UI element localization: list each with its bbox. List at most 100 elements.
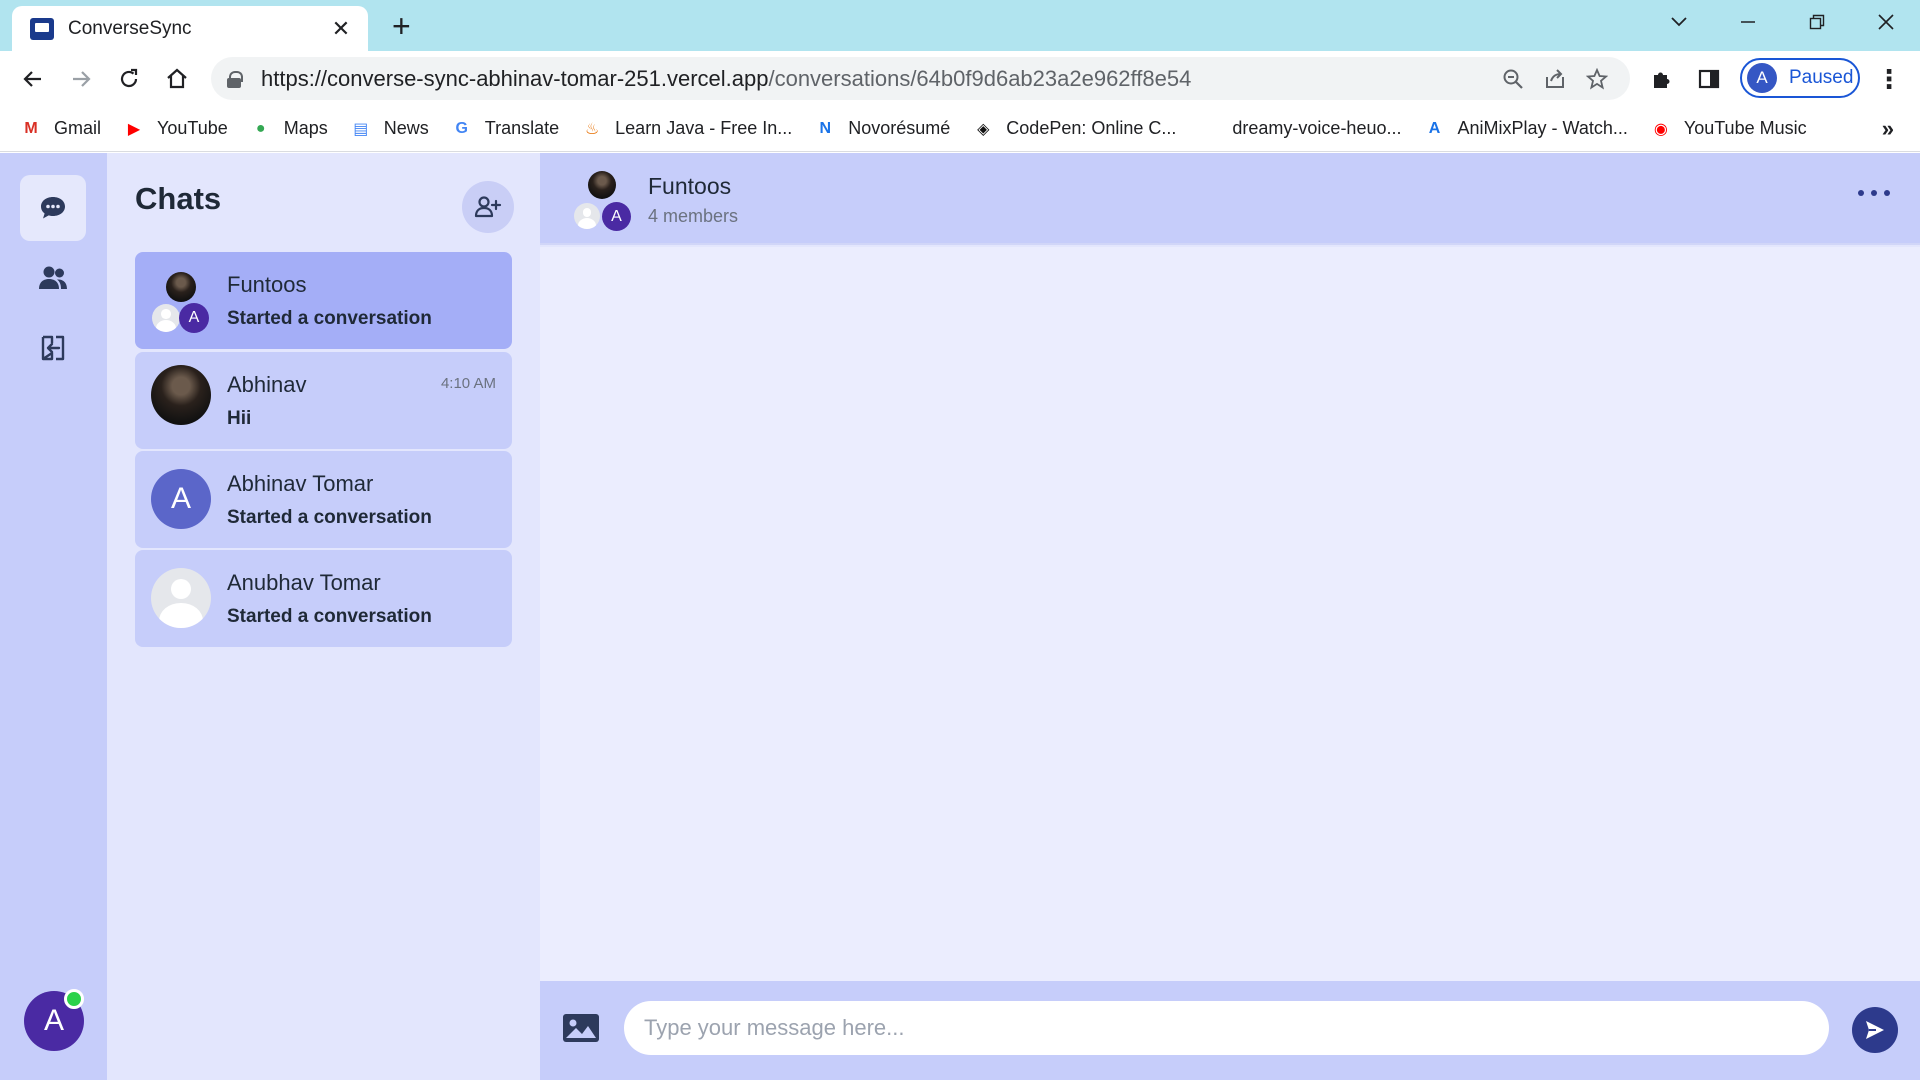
reload-icon[interactable] [114, 64, 144, 94]
users-icon [39, 266, 67, 289]
nav-rail: A [0, 153, 107, 1080]
send-icon [1866, 1021, 1884, 1039]
conversation-title: Funtoos [648, 173, 732, 199]
zoom-icon[interactable] [1492, 63, 1534, 95]
codepen-icon: ◈ [977, 120, 990, 138]
animixplay-icon: A [1428, 119, 1441, 137]
contact-letter-avatar: A [151, 469, 211, 529]
profile-button[interactable]: A Paused [1740, 58, 1860, 98]
minimize-icon[interactable] [1713, 0, 1782, 44]
chat-name: Abhinav [227, 372, 307, 397]
home-icon[interactable] [162, 64, 192, 94]
browser-tabstrip: ConverseSync ✕ + [0, 0, 1920, 51]
bookmark-label: YouTube Music [1683, 118, 1807, 138]
nav-logout-button[interactable] [20, 315, 86, 381]
chat-last-message: Started a conversation [227, 606, 432, 627]
contact-blank-avatar [151, 568, 211, 628]
group-member-blank-avatar [152, 304, 180, 332]
bookmark-label: Maps [283, 118, 328, 138]
youtube-icon: ▶ [127, 120, 141, 138]
bookmark-item[interactable]: ◉ YouTube Music [1650, 118, 1807, 140]
bookmark-label: Novorésumé [848, 118, 951, 138]
chat-bubble-icon [41, 197, 65, 219]
bookmark-item[interactable]: dreamy-voice-heuo... [1198, 118, 1401, 140]
chat-last-message: Hii [227, 408, 252, 429]
group-member-photo-avatar [166, 272, 196, 302]
lock-icon [227, 70, 243, 88]
browser-tab-active[interactable]: ConverseSync ✕ [12, 6, 368, 51]
news-icon: ▤ [353, 120, 369, 138]
novoresume-icon: N [819, 119, 832, 137]
window-controls [1644, 0, 1920, 44]
chat-item-anubhav-tomar[interactable]: Anubhav Tomar Started a conversation [135, 550, 512, 647]
new-tab-button[interactable]: + [392, 10, 411, 42]
close-window-icon[interactable] [1851, 0, 1920, 44]
translate-icon: G [455, 119, 468, 137]
bookmark-item[interactable]: ▤ News [350, 118, 429, 140]
bookmark-label: CodePen: Online C... [1006, 118, 1177, 138]
conversesync-favicon-icon [30, 17, 54, 40]
bookmark-item[interactable]: ♨ Learn Java - Free In... [581, 118, 792, 140]
create-group-button[interactable] [462, 181, 514, 233]
chat-item-abhinav[interactable]: Abhinav 4:10 AM Hii [135, 352, 512, 449]
profile-avatar: A [1747, 63, 1777, 93]
chat-item-funtoos[interactable]: A Funtoos Started a conversation [135, 252, 512, 349]
logout-icon [41, 335, 65, 361]
conversesync-app: A Chats A Funtoos Started a conversation… [0, 153, 1920, 1080]
url-text[interactable]: https://converse-sync-abhinav-tomar-251.… [261, 66, 1492, 92]
extensions-puzzle-icon[interactable] [1640, 63, 1682, 95]
send-button[interactable] [1852, 1007, 1898, 1053]
message-list [540, 247, 1920, 987]
message-input[interactable] [624, 1001, 1829, 1055]
blank-icon [1198, 118, 1220, 140]
chats-title: Chats [135, 181, 222, 216]
chat-last-message: Started a conversation [227, 507, 432, 528]
bookmark-label: Gmail [54, 118, 102, 138]
group-member-letter-avatar: A [179, 303, 209, 333]
bookmarks-more-icon[interactable]: » [1882, 116, 1894, 142]
add-user-icon [474, 196, 502, 218]
share-icon[interactable] [1534, 63, 1576, 95]
bookmark-label: YouTube [157, 118, 228, 138]
chat-name: Funtoos [227, 272, 307, 297]
tab-search-icon[interactable] [1644, 0, 1713, 44]
bookmark-label: AniMixPlay - Watch... [1457, 118, 1628, 138]
conversation-pane: A Funtoos 4 members [540, 153, 1920, 1080]
bookmark-item[interactable]: ◈ CodePen: Online C... [972, 118, 1176, 140]
chat-item-abhinav-tomar[interactable]: A Abhinav Tomar Started a conversation [135, 451, 512, 548]
restore-icon[interactable] [1782, 0, 1851, 44]
profile-status: Paused [1789, 67, 1854, 88]
side-panel-icon[interactable] [1688, 63, 1730, 95]
conversation-options-icon[interactable] [1858, 183, 1890, 203]
bookmark-label: News [383, 118, 429, 138]
bookmark-item[interactable]: G Translate [451, 118, 560, 140]
group-member-letter-avatar: A [602, 202, 631, 231]
address-bar[interactable]: https://converse-sync-abhinav-tomar-251.… [211, 57, 1630, 100]
maps-icon: ● [255, 119, 266, 137]
chat-name: Anubhav Tomar [227, 570, 381, 595]
attach-image-icon[interactable] [562, 1013, 600, 1043]
bookmark-star-icon[interactable] [1576, 63, 1618, 95]
bookmark-item[interactable]: ● Maps [250, 118, 328, 140]
java-icon: ♨ [584, 120, 600, 138]
gmail-icon: M [24, 119, 38, 137]
bookmarks-bar: M Gmail ▶ YouTube ● Maps ▤ News G Translate ♨ Learn… [0, 106, 1920, 152]
bookmark-item[interactable]: A AniMixPlay - Watch... [1423, 118, 1628, 140]
bookmark-item[interactable]: M Gmail [20, 118, 101, 140]
forward-icon[interactable] [66, 64, 96, 94]
tab-close-icon[interactable]: ✕ [328, 16, 354, 42]
youtube-music-icon: ◉ [1653, 120, 1668, 138]
nav-chats-button[interactable] [20, 175, 86, 241]
online-status-badge [64, 989, 84, 1009]
nav-friends-button[interactable] [20, 245, 86, 311]
group-member-blank-avatar [574, 203, 600, 229]
group-member-photo-avatar [588, 171, 616, 199]
extensions-area [1640, 57, 1730, 100]
back-icon[interactable] [18, 64, 48, 94]
bookmark-item[interactable]: ▶ YouTube [123, 118, 228, 140]
conversation-member-count: 4 members [648, 206, 739, 226]
bookmark-label: Learn Java - Free In... [615, 118, 793, 138]
browser-menu-icon[interactable]: ⋮ [1876, 64, 1902, 94]
bookmark-label: Translate [484, 118, 560, 138]
bookmark-item[interactable]: N Novorésumé [814, 118, 950, 140]
